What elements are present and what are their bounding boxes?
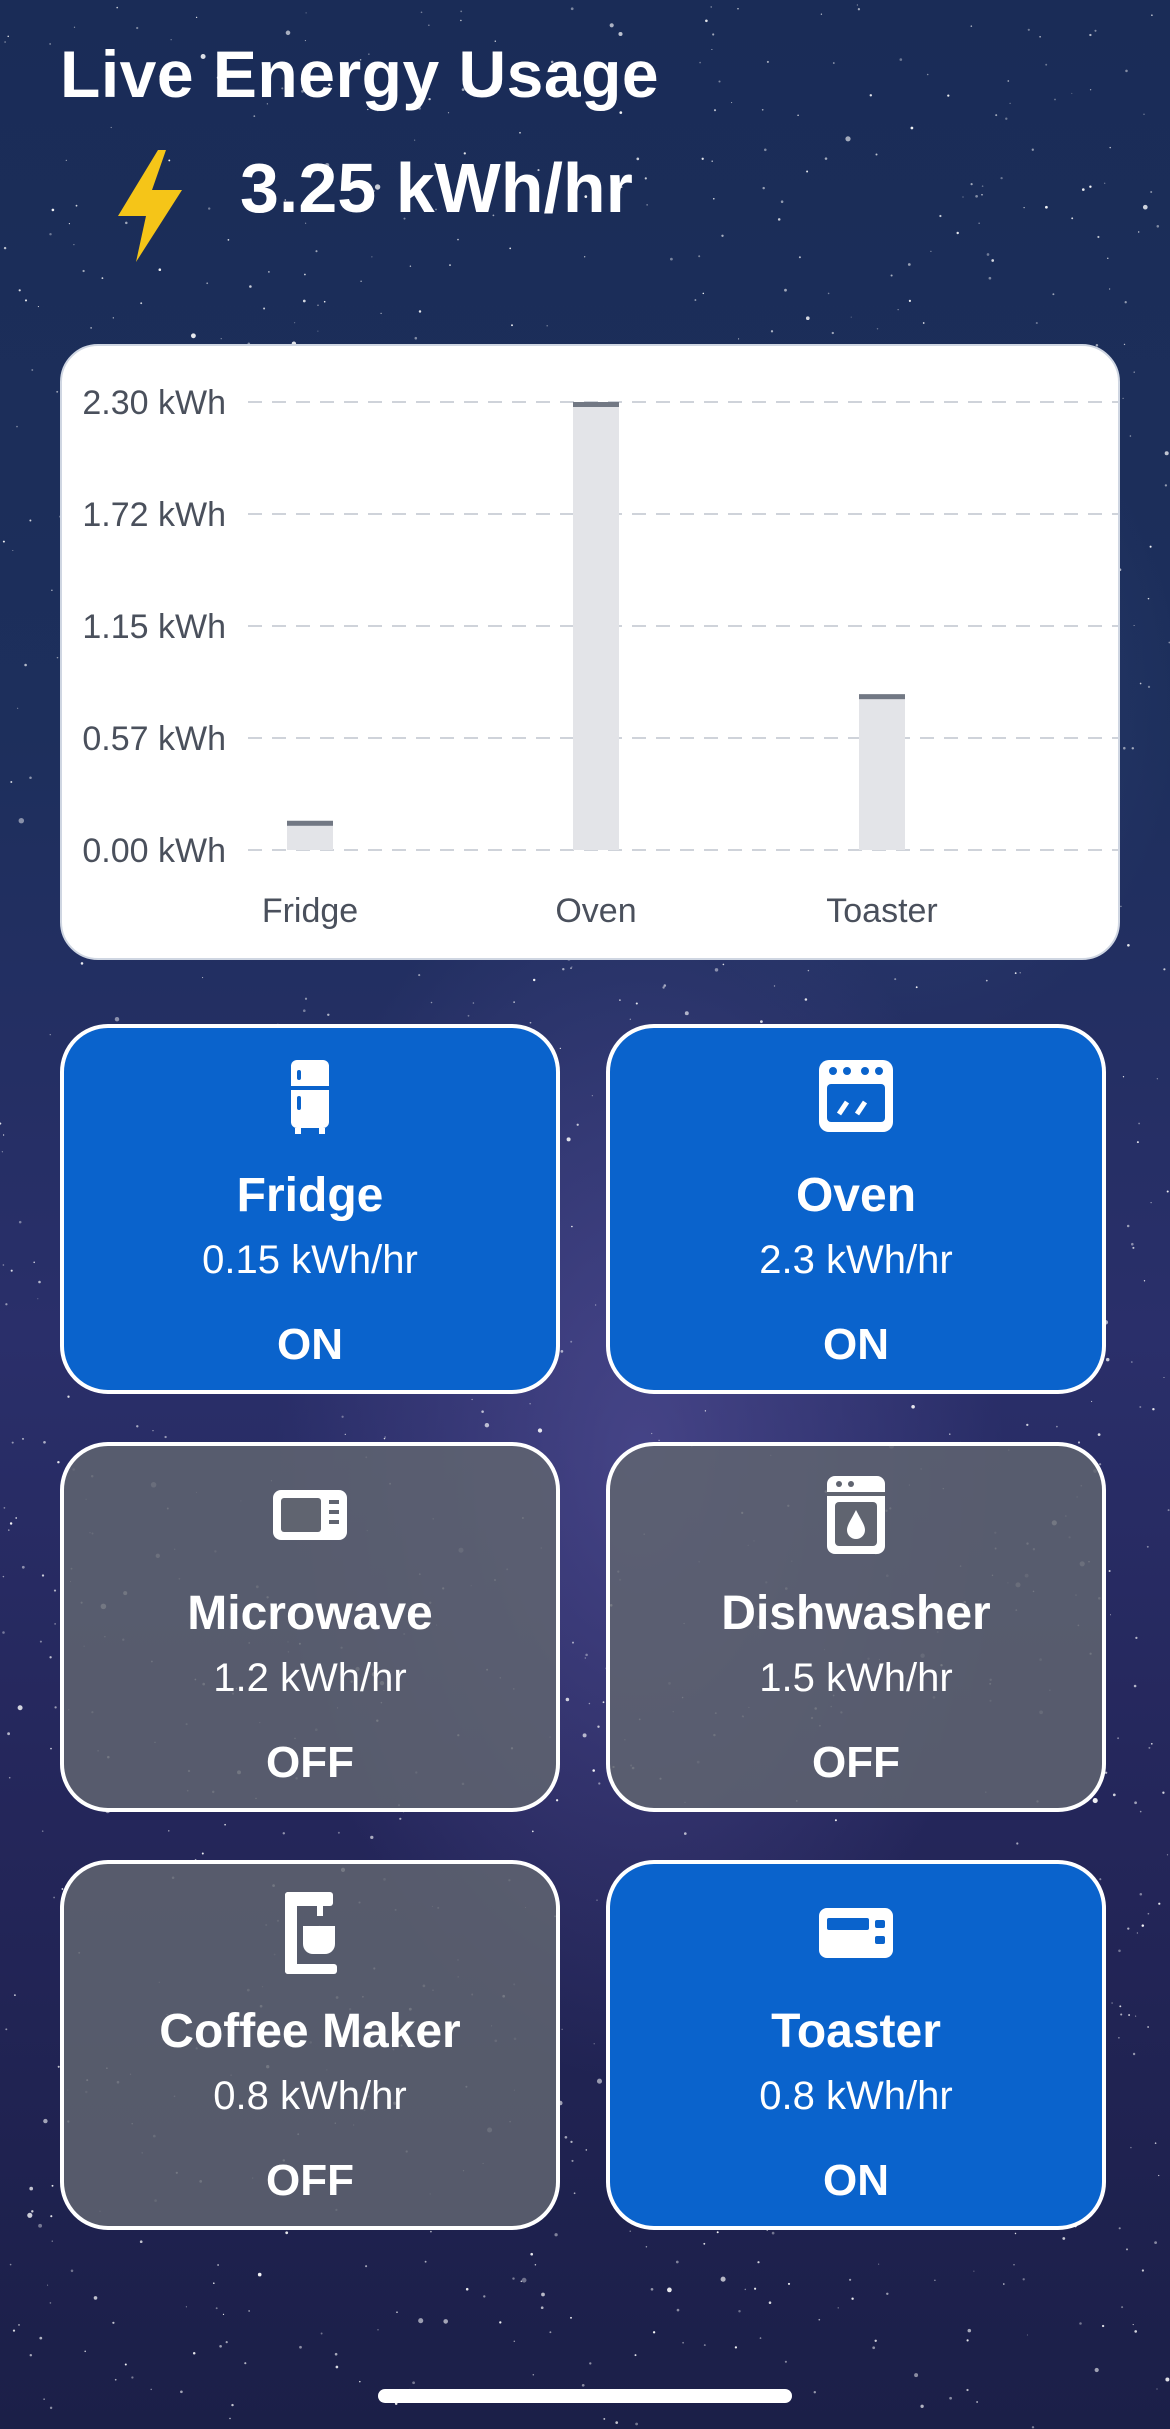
fridge-icon [291, 1060, 329, 1134]
lightning-bolt-icon [118, 150, 182, 262]
appliance-state: OFF [266, 2156, 354, 2205]
appliance-state: OFF [812, 1738, 900, 1787]
y-tick-label: 1.72 kWh [82, 496, 226, 534]
appliance-name: Microwave [187, 1587, 433, 1640]
appliance-tile-oven[interactable]: Oven 2.3 kWh/hr ON [606, 1024, 1106, 1394]
coffee-maker-icon [285, 1892, 337, 1974]
y-tick-label: 2.30 kWh [82, 384, 226, 422]
appliance-state: ON [823, 2156, 889, 2205]
bar-oven [573, 402, 619, 850]
toaster-icon [819, 1908, 893, 1958]
appliance-tile-microwave[interactable]: Microwave 1.2 kWh/hr OFF [60, 1442, 560, 1812]
oven-icon [819, 1060, 893, 1132]
y-tick-label: 0.00 kWh [82, 832, 226, 870]
appliance-rate: 2.3 kWh/hr [759, 1238, 953, 1282]
bar-cap-oven [573, 402, 619, 407]
appliance-rate: 0.8 kWh/hr [213, 2074, 407, 2118]
appliance-state: ON [823, 1320, 889, 1369]
appliance-name: Coffee Maker [159, 2005, 461, 2058]
appliance-name: Toaster [771, 2005, 941, 2058]
usage-bar-chart: 2.30 kWh 1.72 kWh 1.15 kWh 0.57 kWh 0.00 kWh… [60, 344, 1120, 960]
appliance-rate: 0.15 kWh/hr [202, 1238, 418, 1282]
appliance-name: Dishwasher [721, 1587, 991, 1640]
x-tick-label: Toaster [826, 892, 938, 930]
y-tick-label: 0.57 kWh [82, 720, 226, 758]
appliance-rate: 1.5 kWh/hr [759, 1656, 953, 1700]
appliance-tile-toaster[interactable]: Toaster 0.8 kWh/hr ON [606, 1860, 1106, 2230]
appliance-name: Fridge [236, 1169, 384, 1222]
home-indicator[interactable] [378, 2389, 792, 2403]
bar-toaster [859, 694, 905, 850]
appliance-tile-fridge[interactable]: Fridge 0.15 kWh/hr ON [60, 1024, 560, 1394]
appliance-tile-coffee-maker[interactable]: Coffee Maker 0.8 kWh/hr OFF [60, 1860, 560, 2230]
x-tick-label: Oven [555, 892, 636, 930]
page-title: Live Energy Usage [60, 37, 660, 111]
bar-chart-svg: 2.30 kWh 1.72 kWh 1.15 kWh 0.57 kWh 0.00 kWh… [82, 384, 1118, 930]
appliance-state: OFF [266, 1738, 354, 1787]
bar-cap-toaster [859, 694, 905, 700]
y-tick-label: 1.15 kWh [82, 608, 226, 646]
dishwasher-icon [827, 1476, 885, 1554]
appliance-state: ON [277, 1320, 343, 1369]
appliance-tile-dishwasher[interactable]: Dishwasher 1.5 kWh/hr OFF [606, 1442, 1106, 1812]
appliance-rate: 1.2 kWh/hr [213, 1656, 407, 1700]
microwave-icon [273, 1490, 347, 1540]
x-tick-label: Fridge [262, 892, 358, 930]
bar-cap-fridge [287, 820, 333, 826]
live-usage-value: 3.25 kWh/hr [240, 149, 633, 227]
appliance-rate: 0.8 kWh/hr [759, 2074, 953, 2118]
appliance-name: Oven [795, 1169, 917, 1222]
